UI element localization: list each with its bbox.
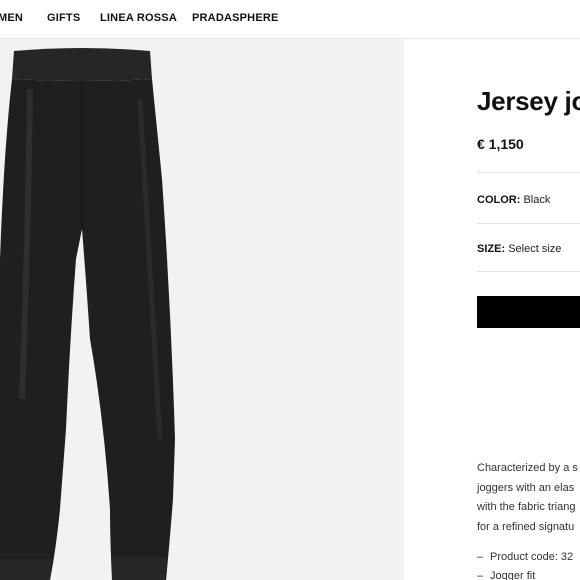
nav-item-pradasphere[interactable]: PRADASPHERE <box>192 12 279 24</box>
size-selector[interactable]: SIZE: Select size <box>477 243 561 255</box>
divider <box>477 172 580 173</box>
description-line: for a refined signatu <box>477 520 575 533</box>
detail-item: – Jogger fit <box>477 570 536 580</box>
detail-text: Product code: 32 <box>490 551 574 563</box>
product-details: Jersey jo € 1,150 COLOR: Black SIZE: Sel… <box>477 39 580 580</box>
top-navigation: MEN GIFTS LINEA ROSSA PRADASPHERE <box>0 0 580 39</box>
description-line: Characterized by a s <box>477 462 578 474</box>
color-label: COLOR: <box>477 194 521 206</box>
nav-item-linea-rossa[interactable]: LINEA ROSSA <box>100 12 177 24</box>
color-value: Black <box>523 194 551 206</box>
nav-item-gifts[interactable]: GIFTS <box>47 12 80 24</box>
add-to-bag-button[interactable] <box>477 296 580 328</box>
description-line: joggers with an elas <box>477 481 575 494</box>
nav-item-men[interactable]: MEN <box>0 12 23 24</box>
size-label: SIZE: <box>477 243 506 255</box>
detail-item: – Product code: 32 <box>477 551 574 563</box>
product-image[interactable] <box>0 39 404 580</box>
product-description: Characterized by a s joggers with an ela… <box>477 459 580 537</box>
divider <box>477 271 580 272</box>
product-title: Jersey jo <box>477 86 580 116</box>
detail-text: Jogger fit <box>490 570 536 580</box>
divider <box>477 223 580 224</box>
size-value: Select size <box>508 243 562 255</box>
color-option[interactable]: COLOR: Black <box>477 194 550 206</box>
product-page: MEN GIFTS LINEA ROSSA PRADASPHERE Jersey… <box>0 0 580 580</box>
product-price: € 1,150 <box>477 136 524 152</box>
product-details-list: – Product code: 32 – Jogger fit <box>477 548 573 580</box>
jogger-pants-image <box>0 48 175 580</box>
description-line: with the fabric triang <box>477 501 576 513</box>
